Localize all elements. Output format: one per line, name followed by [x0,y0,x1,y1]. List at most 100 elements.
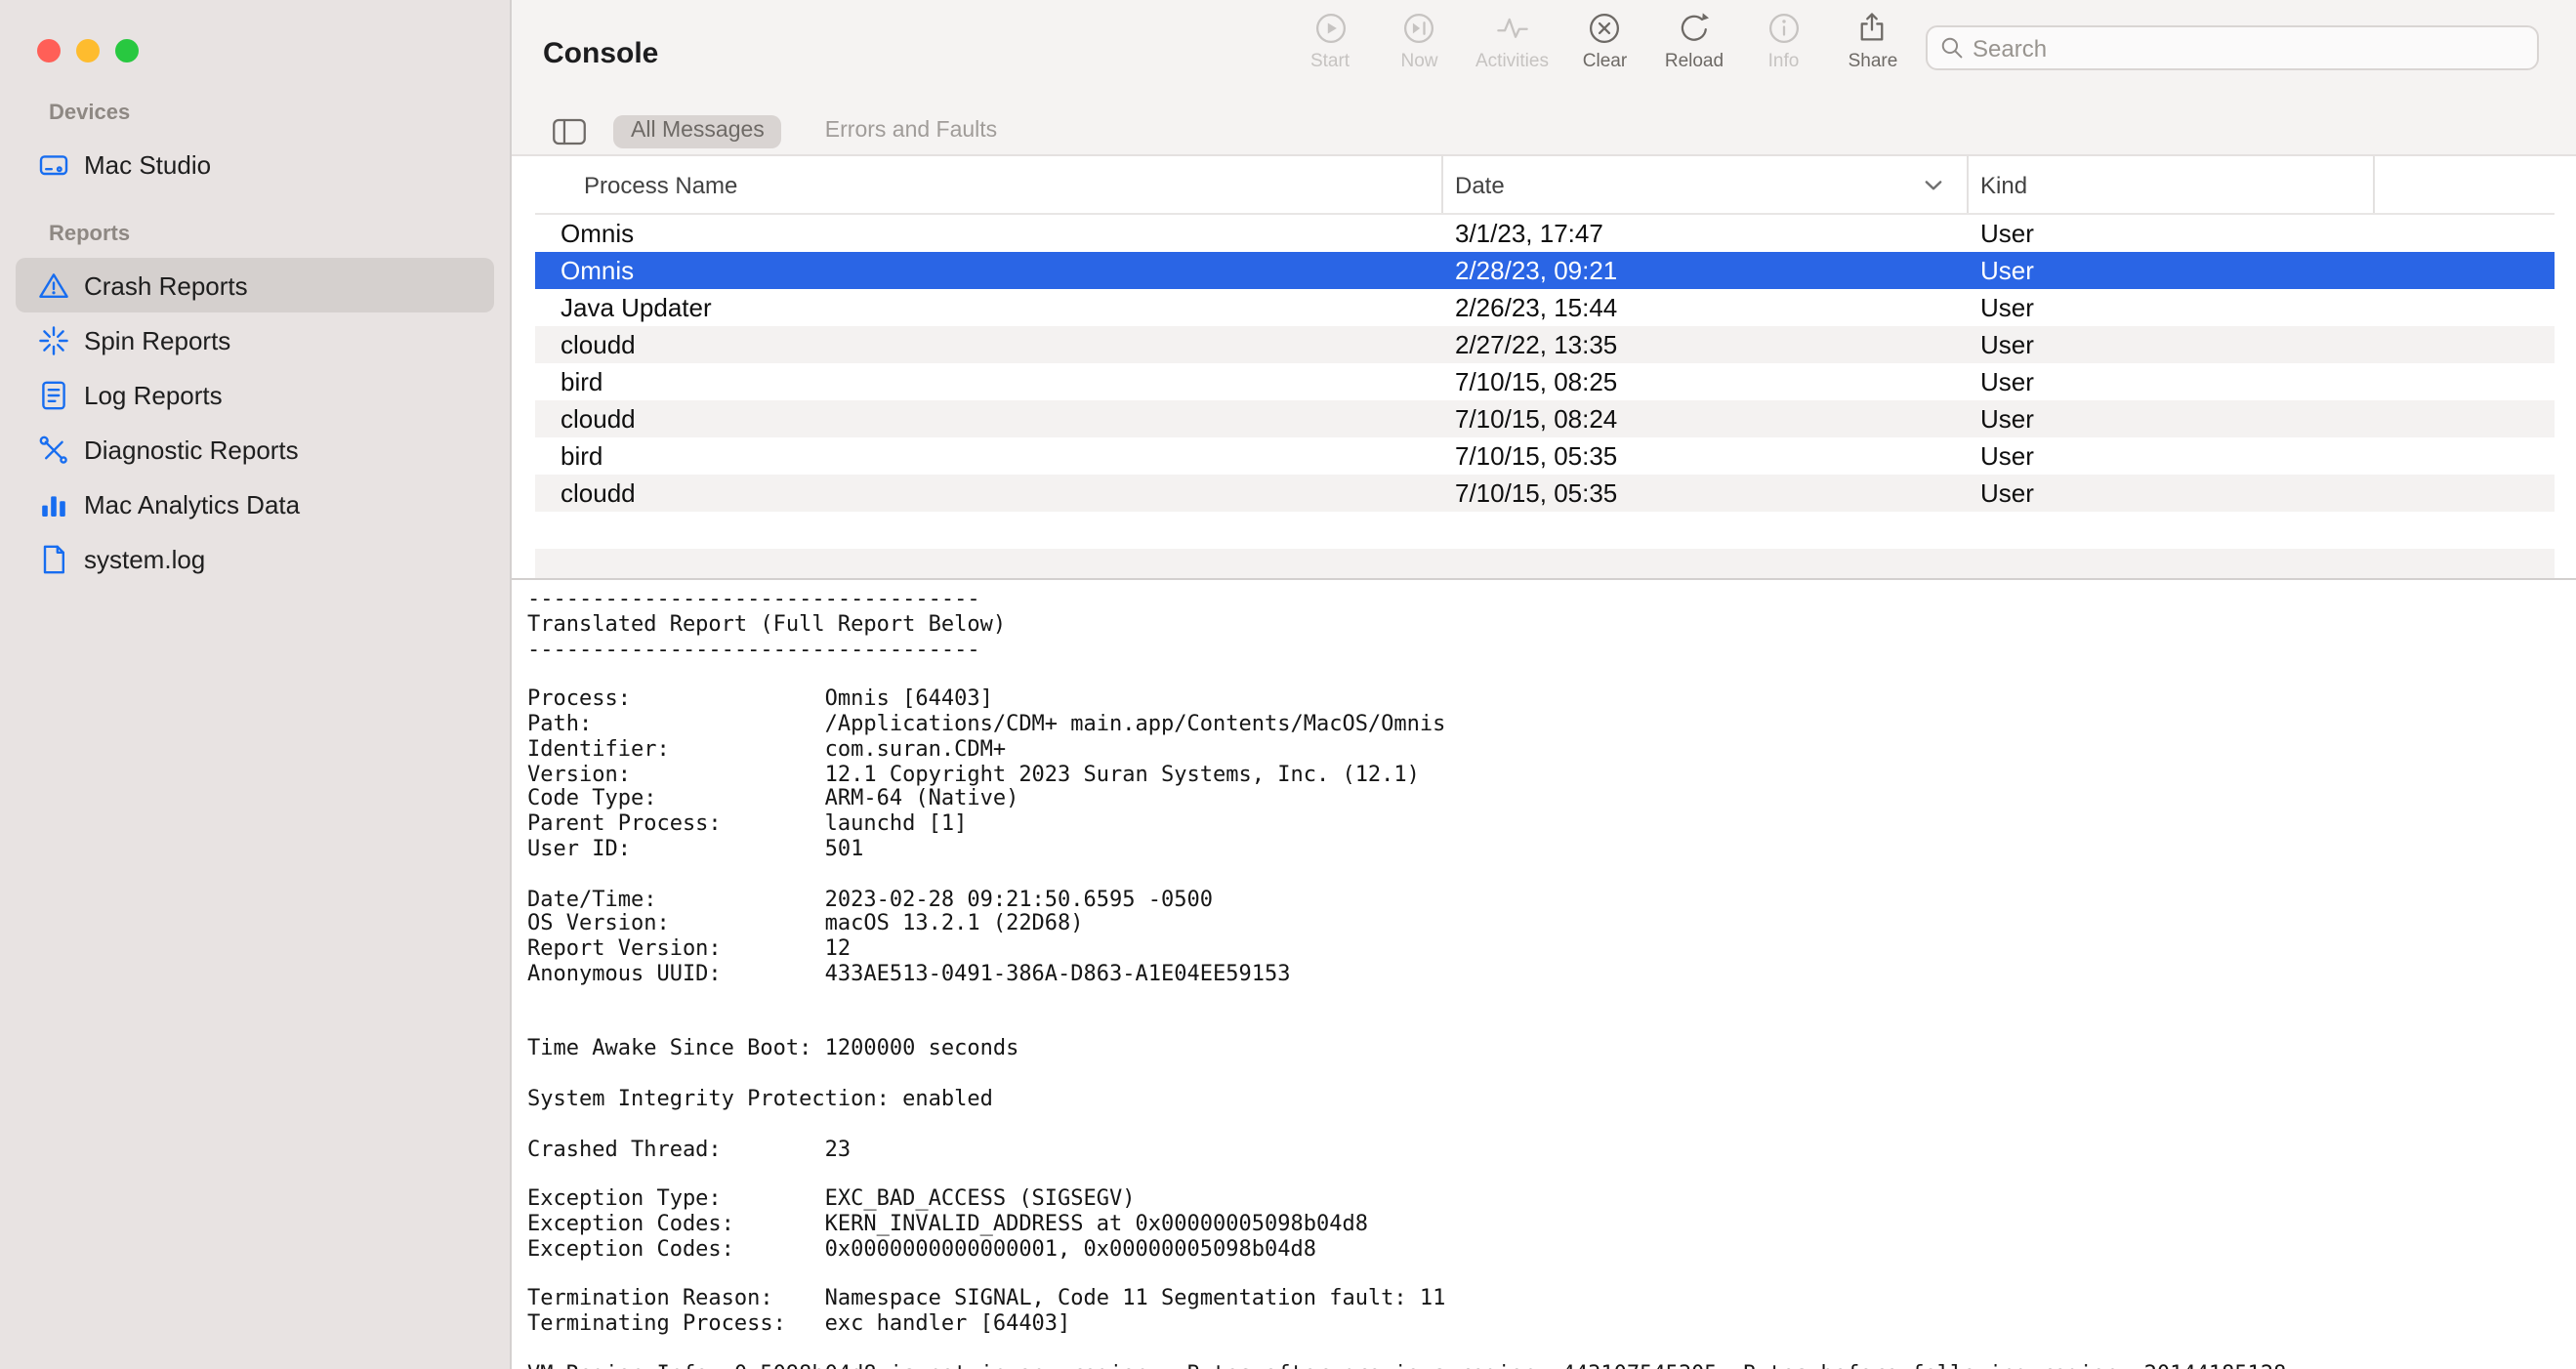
cell-date: 2/26/23, 15:44 [1443,293,1969,322]
cell-process-name: cloudd [535,330,1443,359]
table-row[interactable]: Java Updater2/26/23, 15:44User [535,289,2555,326]
filter-bar: All Messages Errors and Faults [512,105,2576,156]
crash-reports-icon [37,269,70,302]
sidebar-item-spin-reports[interactable]: Spin Reports [16,312,494,367]
table-row[interactable]: Omnis3/1/23, 17:47User [535,215,2555,252]
sidebar-toggle-icon [551,116,588,145]
diagnostic-reports-icon [37,433,70,466]
sidebar-item-label: Mac Studio [84,149,211,179]
cell-date: 7/10/15, 05:35 [1443,478,1969,508]
cell-date: 2/28/23, 09:21 [1443,256,1969,285]
cell-process-name: Omnis [535,256,1443,285]
sidebar-section-title: Reports [49,223,490,248]
table-row[interactable]: cloudd7/10/15, 05:35User [535,475,2555,512]
toolbar-button-clear[interactable]: Clear [1571,10,1638,72]
table-row[interactable]: bird7/10/15, 08:25User [535,363,2555,400]
scale-wrapper: DevicesMac StudioReportsCrash ReportsSpi… [0,0,2576,1369]
empty-row [535,549,2555,578]
search-input[interactable] [1973,34,2525,62]
column-header-extra [2375,156,2555,213]
toolbar-button-label: Info [1768,51,1800,72]
toolbar-button-info: Info [1750,10,1816,72]
cell-process-name: cloudd [535,404,1443,434]
table-row[interactable]: bird7/10/15, 05:35User [535,437,2555,475]
toolbar-button-now: Now [1387,10,1453,72]
analytics-icon [37,487,70,520]
clear-icon [1586,10,1623,47]
table-row[interactable]: cloudd7/10/15, 08:24User [535,400,2555,437]
crash-report-text: ----------------------------------- Tran… [527,588,2576,1369]
sidebar-item-mac-studio[interactable]: Mac Studio [16,137,494,191]
sidebar-item-mac-analytics-data[interactable]: Mac Analytics Data [16,477,494,531]
toolbar-button-label: Now [1400,51,1437,72]
close-window-button[interactable] [37,39,61,62]
sidebar-item-crash-reports[interactable]: Crash Reports [16,258,494,312]
system-log-icon [37,542,70,575]
cell-date: 7/10/15, 05:35 [1443,441,1969,471]
filter-tab-errors-and-faults[interactable]: Errors and Faults [808,114,1015,147]
toolbar-button-label: Activities [1475,51,1549,72]
cell-kind: User [1969,219,2375,248]
sidebar-sections: DevicesMac StudioReportsCrash ReportsSpi… [0,70,510,586]
now-icon [1401,10,1438,47]
cell-process-name: cloudd [535,478,1443,508]
toolbar-button-reload[interactable]: Reload [1661,10,1727,72]
cell-date: 3/1/23, 17:47 [1443,219,1969,248]
filter-tab-all-messages[interactable]: All Messages [613,114,782,147]
sidebar: DevicesMac StudioReportsCrash ReportsSpi… [0,0,512,1369]
cell-kind: User [1969,367,2375,396]
search-field[interactable] [1926,25,2539,70]
minimize-window-button[interactable] [76,39,100,62]
sidebar-item-label: Crash Reports [84,270,248,300]
detail-pane: ----------------------------------- Tran… [512,578,2576,1369]
reload-icon [1676,10,1713,47]
toolbar-button-activities: Activities [1475,10,1549,72]
table-body: Omnis3/1/23, 17:47UserOmnis2/28/23, 09:2… [535,215,2555,578]
column-header-process-name[interactable]: Process Name [535,156,1443,213]
sidebar-item-diagnostic-reports[interactable]: Diagnostic Reports [16,422,494,477]
cell-process-name: Omnis [535,219,1443,248]
share-icon [1854,10,1891,47]
column-header-kind[interactable]: Kind [1969,156,2375,213]
toolbar-button-share[interactable]: Share [1840,10,1906,72]
mac-studio-icon [37,147,70,181]
zoom-window-button[interactable] [115,39,139,62]
sidebar-item-label: Mac Analytics Data [84,489,300,519]
cell-process-name: Java Updater [535,293,1443,322]
sidebar-toggle-button[interactable] [551,116,588,145]
main-area: Console Start Now Activities Clear Reload Inf… [512,0,2576,1369]
cell-date: 7/10/15, 08:25 [1443,367,1969,396]
table-header: Process NameDateKind [535,156,2555,215]
start-icon [1311,10,1349,47]
toolbar-button-label: Share [1849,51,1898,72]
window-chrome: Console Start Now Activities Clear Reload Inf… [512,0,2576,156]
cell-date: 7/10/15, 08:24 [1443,404,1969,434]
column-header-date[interactable]: Date [1443,156,1969,213]
cell-kind: User [1969,256,2375,285]
cell-kind: User [1969,330,2375,359]
window-title: Console [543,0,658,105]
sidebar-item-log-reports[interactable]: Log Reports [16,367,494,422]
cell-kind: User [1969,404,2375,434]
empty-row [535,512,2555,549]
activities-icon [1493,10,1530,47]
cell-kind: User [1969,478,2375,508]
toolbar-button-label: Start [1310,51,1350,72]
sidebar-item-system-log[interactable]: system.log [16,531,494,586]
log-table: Process NameDateKind Omnis3/1/23, 17:47U… [535,156,2555,578]
sort-indicator-icon [1924,179,1943,190]
toolbar-button-label: Reload [1665,51,1724,72]
sidebar-item-label: Log Reports [84,380,223,409]
toolbar: Console Start Now Activities Clear Reload Inf… [512,0,2576,105]
cell-kind: User [1969,441,2375,471]
log-reports-icon [37,378,70,411]
filter-tabs: All Messages Errors and Faults [613,114,1015,147]
cell-date: 2/27/22, 13:35 [1443,330,1969,359]
table-row[interactable]: cloudd2/27/22, 13:35User [535,326,2555,363]
console-window: DevicesMac StudioReportsCrash ReportsSpi… [0,0,2576,1369]
window-controls [37,39,139,62]
spin-reports-icon [37,323,70,356]
sidebar-item-label: system.log [84,544,205,573]
table-row[interactable]: Omnis2/28/23, 09:21User [535,252,2555,289]
cell-kind: User [1969,293,2375,322]
